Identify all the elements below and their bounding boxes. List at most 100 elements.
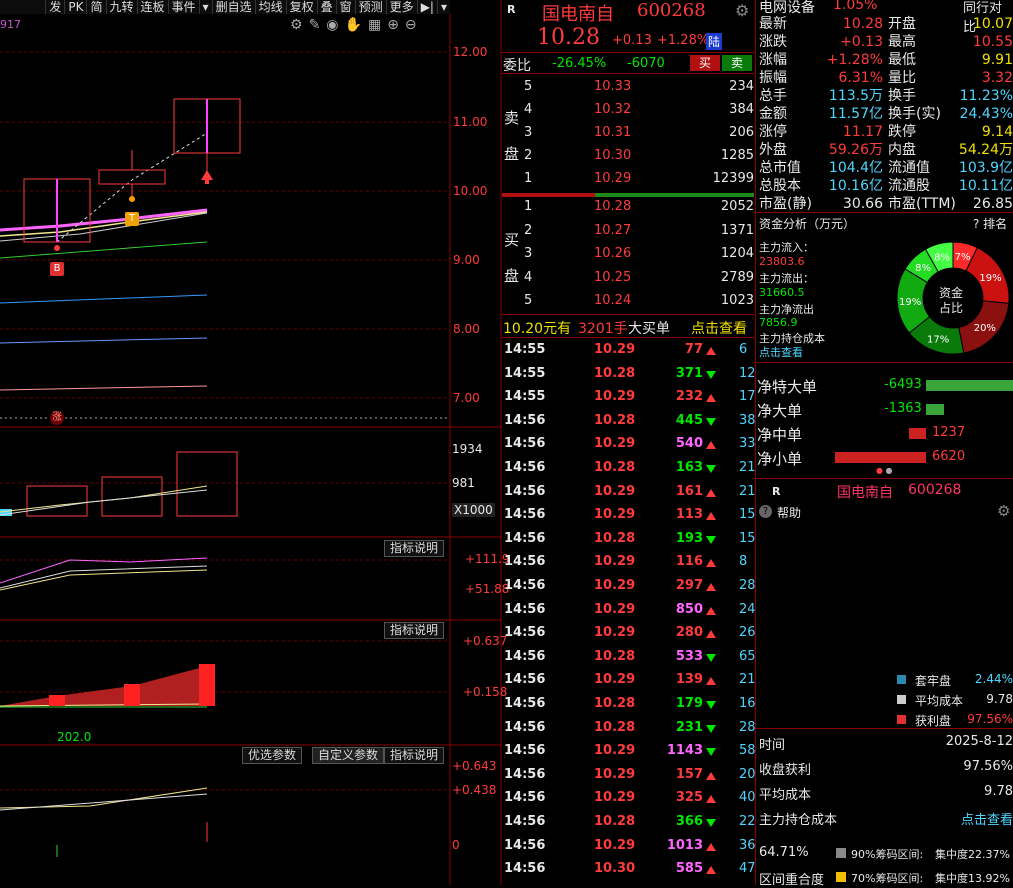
tick-price: 10.29 [594,766,636,782]
ask-price: 10.31 [594,125,632,140]
bid-price: 10.24 [594,293,632,308]
tick-time: 14:56 [504,625,546,641]
bid-row[interactable]: 4 10.25 2789 [503,267,754,290]
tick-volume: 179 [675,696,703,711]
stat-label: 换手 [888,88,916,104]
up-arrow-icon [706,630,716,639]
tick-row: 14:56 10.28 193 15 [503,528,756,551]
buy-button[interactable]: 买 [690,55,720,71]
tick-time: 14:56 [504,601,546,617]
custom-params-button[interactable]: 自定义参数 [312,747,385,764]
ask-row[interactable]: 5 10.33 234 [503,76,754,99]
ind3-explain-button[interactable]: 指标说明 [384,747,445,764]
ind2-explain-button[interactable]: 指标说明 [384,622,445,639]
stat-label: 最低 [888,52,916,68]
stat-value: 9.14 [981,124,1013,140]
fund-title: 资金分析（万元） [759,217,856,231]
fund-bar [926,404,945,415]
ask-volume: 384 [729,102,754,117]
stat-value: 9.91 [981,52,1013,68]
up-arrow-icon [706,842,716,851]
tick-volume: 231 [675,719,703,735]
tick-time: 14:56 [504,412,546,428]
tick-row: 14:56 10.29 1143 58 [503,740,756,763]
tick-price: 10.29 [594,790,636,806]
tick-count: 36 [739,837,756,853]
bid-row[interactable]: 2 10.27 1371 [503,220,754,243]
stat-label: 开盘 [888,16,916,32]
ask-price: 10.32 [594,102,632,117]
help-icon[interactable]: ? [759,505,772,518]
ask-level: 3 [524,125,533,140]
bid-row[interactable]: 5 10.24 1023 [503,290,754,313]
up-arrow-icon [706,866,716,875]
tick-price: 10.29 [594,743,636,759]
tick-price: 10.29 [594,837,636,853]
bid-row[interactable]: 3 10.26 1204 [503,243,754,266]
page-dots[interactable]: ● ● [876,466,893,475]
tick-row: 14:56 10.29 850 24 [503,599,756,622]
tick-price: 10.29 [594,672,636,688]
tick-row: 14:56 10.30 585 47 [503,858,756,881]
stat-label: 内盘 [888,142,916,158]
tick-time: 14:56 [504,766,546,782]
tick-price: 10.29 [594,554,636,570]
tick-time: 14:56 [504,837,546,853]
tick-row: 14:56 10.28 445 38 [503,410,756,433]
ask-row[interactable]: 2 10.30 1285 [503,145,754,168]
bid-row[interactable]: 1 10.28 2052 [503,196,754,219]
chip-info-value[interactable]: 点击查看 [961,809,1013,828]
quote-r-label: R [507,3,516,16]
chip-gear-icon[interactable]: ⚙ [997,502,1010,520]
t-marker: T [125,212,139,226]
lu-badge: 陆 [706,33,723,50]
chip-70-label: 70%筹码区间: [851,872,924,885]
ask-row[interactable]: 3 10.31 206 [503,122,754,145]
ind2-value: 202.0 [57,730,92,744]
chip-info-value: 2025-8-12 [945,734,1013,749]
price-axis-label: 10.00 [453,184,488,198]
ask-row[interactable]: 4 10.32 384 [503,99,754,122]
tick-count: 15 [739,530,756,546]
bid-price: 10.28 [594,199,632,214]
weibi-label: 委比 [503,58,531,74]
optimal-params-button[interactable]: 优选参数 [242,747,303,764]
donut-center-2: 占比 [939,301,964,315]
ask-row[interactable]: 1 10.29 12399 [503,168,754,191]
tick-price: 10.30 [594,861,636,877]
tick-count: 12 [739,365,756,381]
big-order-vol: 3201手 [578,321,628,337]
stat-value: 103.9亿 [958,160,1013,176]
chip-stock-name: 国电南自 [837,485,893,501]
tick-time: 14:56 [504,672,546,688]
big-order-link[interactable]: 点击查看 [691,318,747,338]
chip-legend-value: 9.78 [986,692,1013,706]
tick-time: 14:56 [504,578,546,593]
tick-price: 10.29 [594,507,636,523]
stock-name: 国电南自 [542,4,614,25]
stat-label: 最新 [759,16,787,32]
tick-price: 10.28 [594,814,636,829]
fund-net-label: 主力净流出 [759,303,814,316]
help-label[interactable]: 帮助 [777,504,801,521]
stat-label: 量比 [888,70,916,86]
tick-row: 14:56 10.29 157 20 [503,764,756,787]
stat-label: 涨幅 [759,52,787,68]
bid-volume: 2052 [720,199,754,214]
fund-bar-value: 6620 [932,449,966,464]
chip-legend-swatch [897,675,906,684]
stat-label: 跌停 [888,124,916,140]
tick-count: 8 [739,554,748,570]
chip-r-label: R [772,485,781,498]
sell-button[interactable]: 卖 [722,55,752,71]
ind1-explain-button[interactable]: 指标说明 [384,540,445,557]
down-arrow-icon [706,653,716,662]
fund-cost-link[interactable]: 点击查看 [759,344,803,360]
ask-volume: 234 [729,79,754,94]
fund-rank[interactable]: ? 排名 [973,215,1007,232]
tick-volume: 585 [675,861,703,877]
tick-row: 14:56 10.28 163 21 [503,457,756,480]
quote-gear-icon[interactable]: ⚙ [735,1,749,20]
fund-bar-label: 净特大单 [757,378,818,396]
tick-count: 17 [739,389,756,405]
